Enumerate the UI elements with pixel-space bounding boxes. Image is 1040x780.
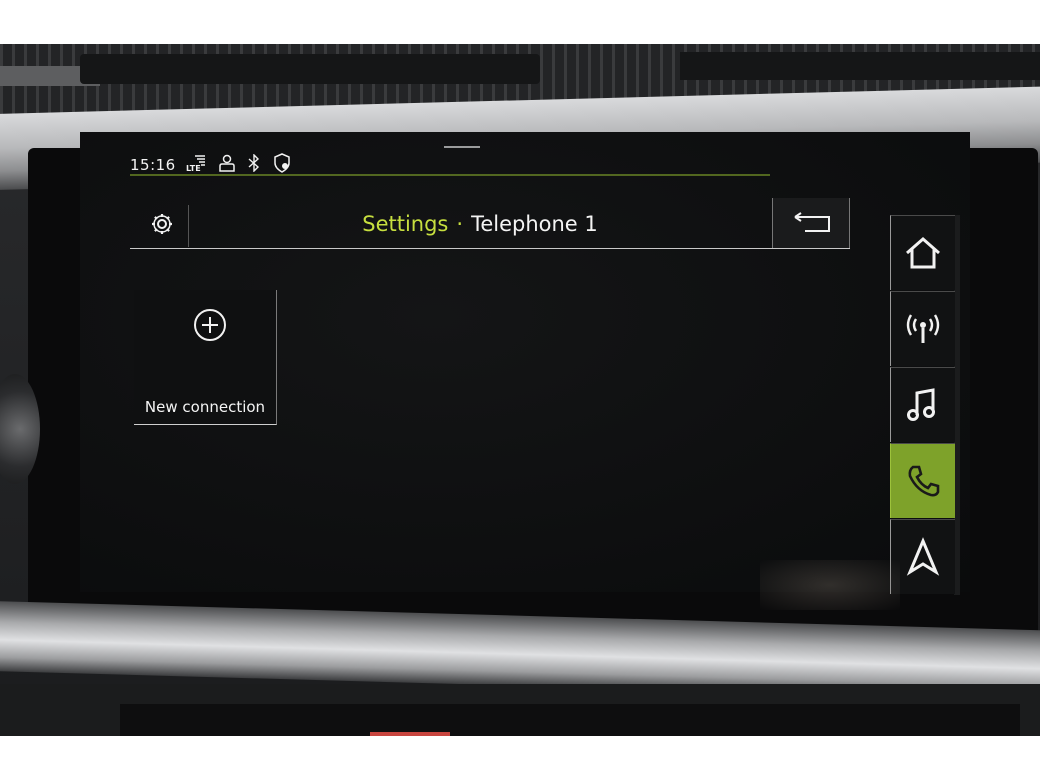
new-connection-label: New connection xyxy=(144,398,266,416)
lower-console-slot xyxy=(120,704,1020,736)
screen-glare xyxy=(760,560,900,610)
lte-label: LTE xyxy=(186,164,201,172)
page-title: Telephone 1 xyxy=(471,212,598,236)
back-button[interactable] xyxy=(772,198,850,248)
vent-slot xyxy=(80,54,540,84)
pull-down-handle[interactable] xyxy=(444,146,480,148)
status-underline xyxy=(130,174,770,176)
rail-music[interactable] xyxy=(890,367,955,442)
new-connection-tile[interactable]: New connection xyxy=(134,290,277,425)
header-divider xyxy=(188,205,189,247)
bluetooth-icon xyxy=(246,153,262,176)
breadcrumb: Settings · Telephone 1 xyxy=(190,208,770,240)
user-profile-icon xyxy=(218,154,236,176)
rail-home[interactable] xyxy=(890,215,955,290)
home-icon xyxy=(906,237,940,269)
music-note-icon xyxy=(907,388,935,421)
rail-phone[interactable] xyxy=(890,443,955,518)
breadcrumb-separator: · xyxy=(456,212,464,236)
phone-icon xyxy=(908,465,940,497)
vent-slot xyxy=(680,52,1040,80)
breadcrumb-parent[interactable]: Settings xyxy=(362,212,448,236)
navigation-icon xyxy=(906,537,940,576)
back-arrow-icon xyxy=(794,212,830,232)
gear-icon[interactable] xyxy=(150,212,174,236)
lte-signal-icon: LTE xyxy=(186,154,208,176)
clock: 15:16 xyxy=(130,156,176,174)
rail-radio[interactable] xyxy=(890,291,955,366)
plus-circle-icon xyxy=(193,308,226,341)
radio-icon xyxy=(906,314,940,343)
ambient-light xyxy=(370,732,450,736)
